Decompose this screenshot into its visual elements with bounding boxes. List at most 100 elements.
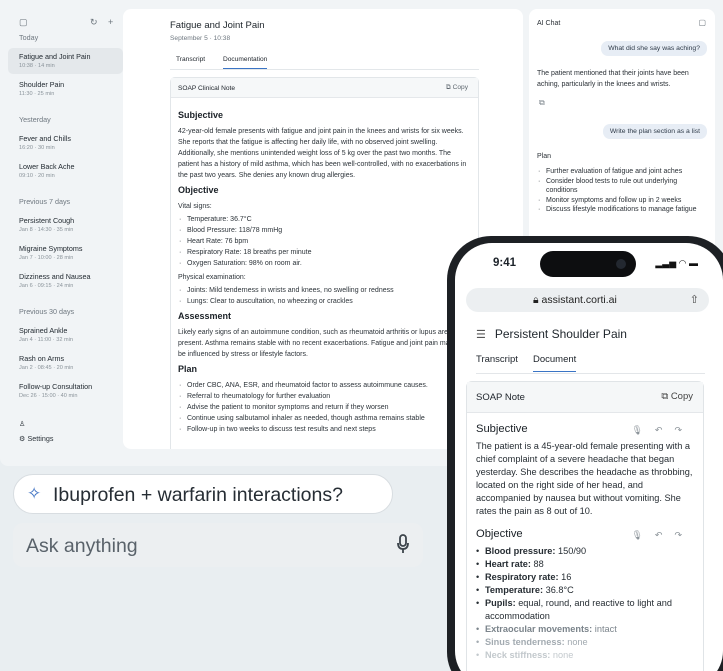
- new-note-icon[interactable]: +: [108, 17, 113, 27]
- objective-key: Heart rate:: [485, 559, 531, 569]
- session-meta: 09:10 · 20 min: [19, 173, 55, 179]
- session-title: Dizziness and Nausea: [19, 272, 91, 281]
- soap-body: Subjective 42-year-old female presents w…: [171, 98, 478, 443]
- phone-frame: 9:41 ▂▃▅ ◠ ▬ 🔒︎ assistant.corti.ai ⇧ ☰ Pe…: [447, 236, 723, 671]
- objective-key: Neck stiffness:: [485, 650, 551, 660]
- tab-transcript[interactable]: Transcript: [476, 354, 518, 365]
- chat-plan-item: Consider blood tests to rule out underly…: [537, 177, 709, 196]
- session-item[interactable]: Shoulder Pain 11:30 · 25 min: [8, 76, 123, 102]
- menu-icon[interactable]: ☰: [476, 329, 486, 341]
- vital-item: Heart Rate: 76 bpm: [178, 236, 471, 247]
- suggestion-chip[interactable]: ✧ Ibuprofen + warfarin interactions?: [13, 474, 393, 514]
- dynamic-island: [540, 251, 636, 277]
- session-meta: Dec 26 · 15:00 · 40 min: [19, 393, 78, 399]
- redo-icon[interactable]: ↷: [674, 425, 694, 435]
- microphone-icon[interactable]: 🎙︎: [631, 425, 654, 435]
- soap-card-header: SOAP Clinical Note ⧉ Copy: [171, 78, 478, 98]
- section-actions: 🎙︎↶↷: [631, 529, 694, 542]
- subjective-text: 42-year-old female presents with fatigue…: [178, 128, 467, 179]
- session-title: Shoulder Pain: [19, 80, 65, 89]
- microphone-icon[interactable]: [397, 534, 409, 560]
- objective-value: intact: [592, 624, 617, 634]
- objective-value: none: [564, 637, 588, 647]
- objective-key: Pupils:: [485, 598, 516, 608]
- sidebar-toggle-icon[interactable]: ▢: [19, 17, 28, 28]
- phone-card-header: SOAP Note ⧉ Copy: [467, 382, 703, 413]
- phone-header: ☰ Persistent Shoulder Pain: [476, 327, 627, 341]
- undo-icon[interactable]: ↶: [655, 425, 675, 435]
- phone-card-title: SOAP Note: [476, 392, 525, 403]
- soap-card-title: SOAP Clinical Note: [178, 85, 236, 92]
- address-bar[interactable]: 🔒︎ assistant.corti.ai ⇧: [466, 288, 709, 312]
- chat-title: AI Chat: [537, 20, 561, 27]
- ask-input[interactable]: Ask anything: [13, 523, 423, 567]
- session-meta: 16:20 · 30 min: [19, 145, 55, 151]
- session-title: Rash on Arms: [19, 354, 65, 363]
- session-item[interactable]: Lower Back Ache 09:10 · 20 min: [8, 158, 123, 184]
- copy-label: Copy: [452, 84, 468, 91]
- copy-button[interactable]: ⧉ Copy: [446, 84, 468, 92]
- session-meta: Jan 6 · 09:15 · 24 min: [19, 283, 74, 289]
- sidebar-section-title: Yesterday: [19, 115, 51, 124]
- sidebar: ▢ ↻ + Today Fatigue and Joint Pain 10:38 ·…: [8, 9, 123, 449]
- tab-document[interactable]: Document: [533, 354, 577, 372]
- objective-key: Sinus tenderness:: [485, 637, 565, 647]
- vital-item: Oxygen Saturation: 98% on room air.: [178, 258, 471, 269]
- objective-value: 88: [530, 559, 544, 569]
- session-item[interactable]: Follow-up Consultation Dec 26 · 15:00 · 4…: [8, 378, 123, 404]
- session-item[interactable]: Rash on Arms Jan 2 · 08:45 · 20 min: [8, 350, 123, 376]
- session-item[interactable]: Persistent Cough Jan 8 · 14:30 · 35 min: [8, 212, 123, 238]
- chat-plan-list: Further evaluation of fatigue and joint …: [537, 167, 709, 215]
- session-item[interactable]: Fever and Chills 16:20 · 30 min: [8, 130, 123, 156]
- tab-bar: Transcript Documentation: [170, 56, 479, 70]
- session-meta: 11:30 · 25 min: [19, 91, 55, 97]
- note-date: September 5 · 10:38: [170, 35, 231, 42]
- vitals-label: Vital signs:: [178, 203, 212, 210]
- plan-list: Order CBC, ANA, ESR, and rheumatoid fact…: [178, 380, 471, 435]
- session-item[interactable]: Migraine Symptoms Jan 7 · 10:00 · 28 min: [8, 240, 123, 266]
- session-meta: 10:38 · 14 min: [19, 63, 55, 69]
- copy-button[interactable]: ⧉ Copy: [661, 391, 693, 402]
- user-message: Write the plan section as a list: [602, 124, 707, 139]
- phone-soap-card: SOAP Note ⧉ Copy Subjective 🎙︎↶↷ The pat…: [466, 381, 704, 671]
- objective-key: Respiratory rate:: [485, 572, 559, 582]
- redo-icon[interactable]: ↷: [674, 530, 694, 540]
- objective-item: Extraocular movements: intact: [476, 623, 694, 636]
- session-item[interactable]: Sprained Ankle Jan 4 · 11:00 · 32 min: [8, 322, 123, 348]
- subjective-section-header: Subjective 🎙︎↶↷: [476, 423, 694, 436]
- plan-item: Advise the patient to monitor symptoms a…: [178, 402, 471, 413]
- chat-plan-item: Discuss lifestyle modifications to manag…: [537, 205, 709, 215]
- phone-page-title: Persistent Shoulder Pain: [494, 327, 627, 341]
- objective-item: Neck stiffness: none: [476, 649, 694, 662]
- objective-value: 16: [558, 572, 572, 582]
- plan-item: Order CBC, ANA, ESR, and rheumatoid fact…: [178, 380, 471, 391]
- chat-plan-item: Monitor symptoms and follow up in 2 week…: [537, 196, 709, 206]
- objective-value: none: [550, 650, 574, 660]
- user-icon[interactable]: ♙: [19, 419, 53, 428]
- undo-icon[interactable]: ↶: [655, 530, 675, 540]
- objective-item: Respiratory rate: 16: [476, 571, 694, 584]
- objective-item: Pupils: equal, round, and reactive to li…: [476, 597, 694, 623]
- exam-item: Lungs: Clear to auscultation, no wheezin…: [178, 296, 471, 307]
- session-item[interactable]: Dizziness and Nausea Jan 6 · 09:15 · 24 m…: [8, 268, 123, 294]
- vital-item: Respiratory Rate: 18 breaths per minute: [178, 247, 471, 258]
- status-bar: 9:41 ▂▃▅ ◠ ▬: [455, 243, 723, 283]
- plan-item: Referral to rheumatology for further eva…: [178, 391, 471, 402]
- tab-transcript[interactable]: Transcript: [176, 56, 205, 63]
- share-icon[interactable]: ⇧: [690, 293, 699, 306]
- session-title: Migraine Symptoms: [19, 244, 83, 253]
- objective-value: 36.8°C: [543, 585, 574, 595]
- tab-documentation[interactable]: Documentation: [223, 56, 268, 69]
- assistant-message: The patient mentioned that their joints …: [537, 70, 689, 88]
- session-item[interactable]: Fatigue and Joint Pain 10:38 · 14 min: [8, 48, 123, 74]
- objective-list: Blood pressure: 150/90Heart rate: 88Resp…: [476, 545, 694, 662]
- settings-link[interactable]: ⚙ Settings: [19, 434, 53, 443]
- microphone-icon[interactable]: 🎙︎: [631, 530, 654, 540]
- sidebar-footer: ♙ ⚙ Settings: [19, 419, 53, 449]
- session-title: Fatigue and Joint Pain: [19, 52, 91, 61]
- panel-toggle-icon[interactable]: ▢: [698, 18, 706, 27]
- refresh-icon[interactable]: ↻: [90, 17, 98, 28]
- copy-icon[interactable]: ⧉: [539, 98, 545, 108]
- vitals-list: Temperature: 36.7°CBlood Pressure: 118/7…: [178, 214, 471, 269]
- lock-icon: 🔒︎: [533, 294, 539, 306]
